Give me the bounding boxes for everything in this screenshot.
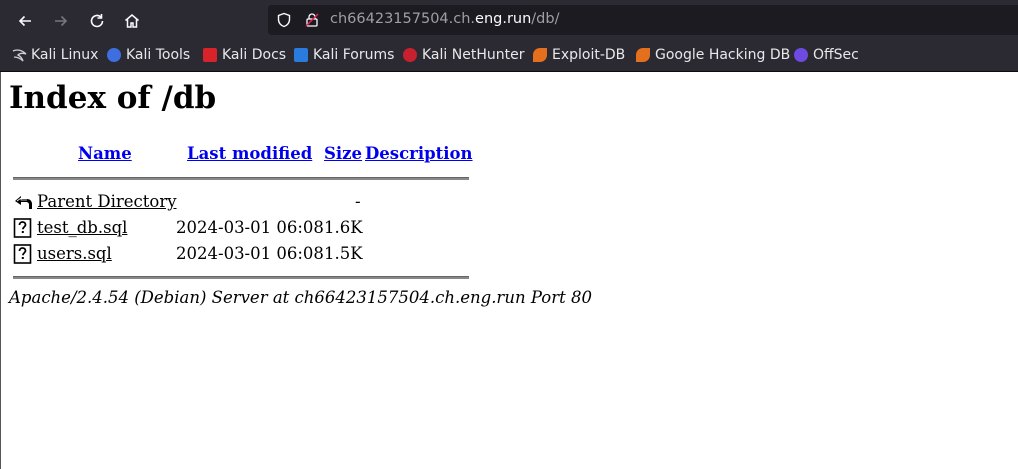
bookmark-kali-tools[interactable]: Kali Tools: [107, 47, 190, 63]
bookmark-label: Kali Linux: [31, 47, 99, 63]
sort-by-name-link[interactable]: Name: [78, 144, 132, 163]
file-size: 1.5K: [324, 244, 363, 263]
bookmark-label: Kali Docs: [222, 47, 287, 63]
file-modified: 2024-03-01 06:08: [176, 244, 324, 263]
file-link-test-db[interactable]: test_db.sql: [37, 218, 127, 240]
browser-chrome: ch66423157504.ch.eng.run/db/ Kali Linux …: [0, 0, 1018, 72]
bookmark-exploit-db[interactable]: Exploit-DB: [533, 47, 625, 63]
kali-docs-icon: [203, 48, 217, 62]
url-text[interactable]: ch66423157504.ch.eng.run/db/: [330, 11, 559, 27]
offsec-icon: [794, 48, 808, 62]
exploit-db-icon: [533, 48, 547, 62]
sort-by-last-modified-link[interactable]: Last modified: [187, 144, 312, 163]
unknown-file-icon: [13, 218, 32, 238]
address-bar[interactable]: ch66423157504.ch.eng.run/db/: [268, 5, 1018, 35]
back-button[interactable]: [12, 8, 38, 34]
kali-nethunter-icon: [403, 48, 417, 62]
header-divider: [13, 177, 469, 180]
bookmark-label: Google Hacking DB: [655, 47, 791, 63]
url-path: /db/: [531, 11, 560, 27]
kali-forums-icon: [294, 48, 308, 62]
google-hacking-db-icon: [636, 48, 650, 62]
bookmark-google-hacking-db[interactable]: Google Hacking DB: [636, 47, 790, 63]
page-title: Index of /db: [9, 80, 217, 116]
bookmark-kali-forums[interactable]: Kali Forums: [294, 47, 394, 63]
home-icon: [125, 14, 139, 28]
forward-button[interactable]: [48, 8, 74, 34]
bookmark-kali-nethunter[interactable]: Kali NetHunter: [403, 47, 524, 63]
back-folder-icon: [15, 196, 32, 209]
bookmark-label: Exploit-DB: [552, 47, 626, 63]
sort-by-size-link[interactable]: Size: [324, 144, 362, 163]
unknown-file-icon: [13, 244, 32, 264]
reload-icon: [90, 14, 104, 28]
kali-dragon-icon: [12, 48, 27, 62]
page-content: Index of /db Name Last modified Size Des…: [0, 72, 1018, 469]
back-arrow-icon: [18, 15, 31, 27]
file-size: 1.6K: [324, 218, 363, 237]
url-domain: eng.run: [475, 11, 532, 27]
bookmark-label: Kali NetHunter: [422, 47, 525, 63]
forward-arrow-icon: [55, 15, 68, 27]
server-signature: Apache/2.4.54 (Debian) Server at ch66423…: [9, 288, 592, 307]
home-button[interactable]: [119, 8, 145, 34]
sort-by-description-link[interactable]: Description: [365, 144, 473, 163]
bookmark-label: Kali Tools: [126, 47, 191, 63]
bookmark-kali-docs[interactable]: Kali Docs: [203, 47, 286, 63]
file-modified: 2024-03-01 06:08: [176, 218, 324, 237]
bookmark-offsec[interactable]: OffSec: [794, 47, 859, 63]
tracking-shield-icon[interactable]: [276, 12, 292, 28]
kali-tools-icon: [107, 48, 121, 62]
parent-directory-link[interactable]: Parent Directory: [37, 192, 177, 214]
bookmark-label: Kali Forums: [313, 47, 395, 63]
file-link-users[interactable]: users.sql: [37, 244, 112, 266]
url-prefix: ch66423157504.ch.: [330, 11, 476, 27]
footer-divider: [13, 276, 469, 279]
parent-size: -: [355, 192, 361, 211]
bookmark-label: OffSec: [813, 47, 859, 63]
bookmark-kali-linux[interactable]: Kali Linux: [12, 47, 98, 63]
reload-button[interactable]: [84, 8, 110, 34]
bookmarks-toolbar: Kali Linux Kali Tools Kali Docs Kali For…: [0, 42, 1018, 70]
insecure-lock-icon[interactable]: [304, 12, 320, 28]
